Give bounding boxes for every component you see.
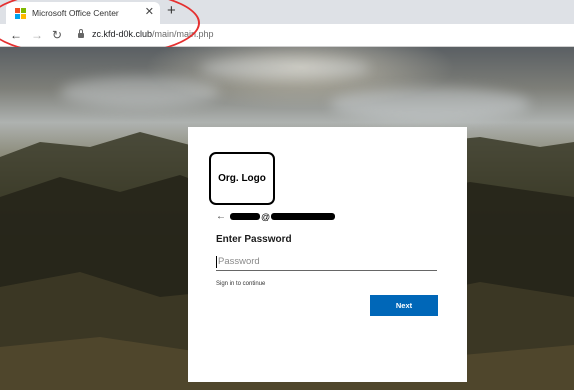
- redacted-domain: [271, 213, 336, 220]
- url-path: /main/main.php: [152, 29, 214, 39]
- browser-tab[interactable]: Microsoft Office Center ✕: [6, 2, 160, 24]
- redacted-username: [230, 213, 260, 220]
- password-field[interactable]: [216, 253, 437, 271]
- back-arrow-icon[interactable]: ←: [216, 211, 226, 222]
- address-bar[interactable]: zc.kfd-d0k.club/main/main.php: [92, 28, 214, 41]
- account-identity: ← @: [216, 211, 336, 222]
- forward-arrow-icon[interactable]: →: [31, 27, 43, 43]
- plus-icon[interactable]: +: [167, 3, 176, 19]
- page-title: Enter Password: [216, 234, 292, 245]
- close-icon[interactable]: ✕: [145, 6, 154, 19]
- lock-icon[interactable]: [78, 29, 84, 38]
- back-arrow-icon[interactable]: ←: [10, 27, 22, 43]
- next-button[interactable]: Next: [370, 295, 438, 316]
- url-host: zc.kfd-d0k.club: [92, 29, 153, 39]
- sign-in-hint: Sign in to continue: [216, 281, 266, 287]
- text-caret: [216, 256, 217, 268]
- identity-at-sign: @: [261, 211, 271, 222]
- reload-icon[interactable]: ↻: [52, 27, 62, 43]
- address-toolbar: ← → ↻ zc.kfd-d0k.club/main/main.php: [0, 24, 574, 47]
- login-card: Org. Logo ← @ Enter Password Sign in to …: [188, 127, 467, 382]
- tab-title: Microsoft Office Center: [32, 8, 119, 18]
- microsoft-logo-icon: [15, 7, 26, 19]
- tab-strip: Microsoft Office Center ✕ +: [0, 0, 574, 24]
- org-logo: Org. Logo: [209, 152, 275, 205]
